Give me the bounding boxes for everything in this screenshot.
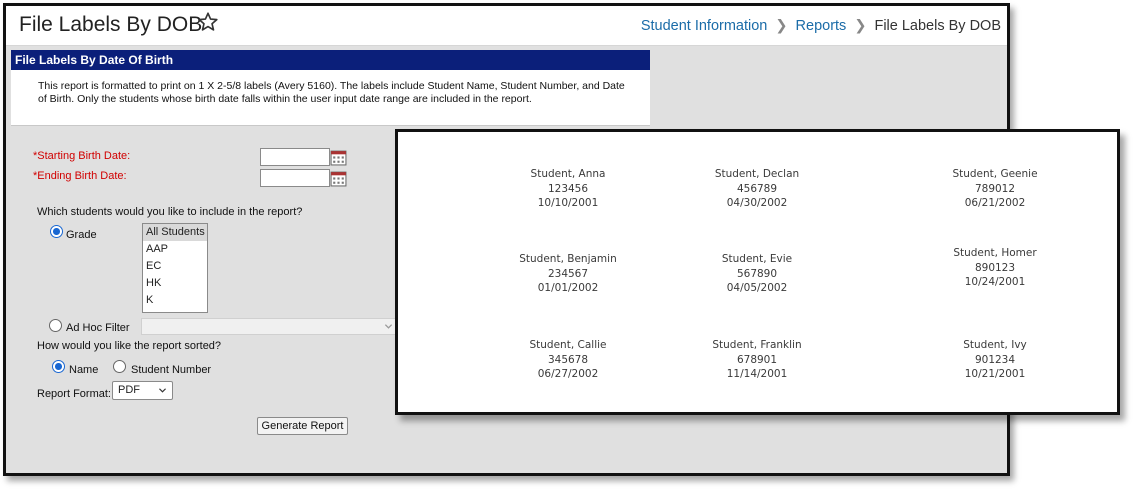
label-student-name: Student, Homer xyxy=(953,247,1037,259)
chevron-right-icon: ❯ xyxy=(854,18,867,34)
label-card: Student, Franklin 678901 11/14/2001 xyxy=(647,338,867,382)
label-card: Student, Declan 456789 04/30/2002 xyxy=(647,167,867,211)
label-student-number: 901234 xyxy=(974,353,1016,366)
label-student-name: Student, Ivy xyxy=(963,339,1027,351)
label-student-name: Student, Declan xyxy=(714,168,800,180)
label-birth-date: 10/24/2001 xyxy=(964,276,1026,288)
label-birth-date: 10/10/2001 xyxy=(537,197,599,209)
label-student-name: Student, Benjamin xyxy=(519,253,617,265)
label-birth-date: 04/05/2002 xyxy=(726,282,788,294)
adhoc-filter-radio[interactable] xyxy=(49,319,62,332)
include-question: Which students would you like to include… xyxy=(37,206,303,218)
sort-student-number-radio[interactable] xyxy=(113,360,126,373)
calendar-icon[interactable] xyxy=(330,170,347,187)
grade-option[interactable]: EC xyxy=(143,258,207,275)
label-card: Student, Evie 567890 04/05/2002 xyxy=(647,252,867,296)
label-birth-date: 10/21/2001 xyxy=(964,368,1026,380)
breadcrumb: Student Information ❯ Reports ❯ File Labels … xyxy=(641,18,1001,34)
label-card: Student, Geenie 789012 06/21/2002 xyxy=(885,167,1105,211)
report-format-value: PDF xyxy=(118,384,140,396)
label-student-number: 789012 xyxy=(974,182,1016,195)
adhoc-filter-label: Ad Hoc Filter xyxy=(66,322,130,334)
label-birth-date: 01/01/2002 xyxy=(537,282,599,294)
generate-report-button[interactable]: Generate Report xyxy=(257,417,348,435)
label-birth-date: 04/30/2002 xyxy=(726,197,788,209)
report-format-select[interactable]: PDF xyxy=(112,381,173,400)
label-student-number: 678901 xyxy=(736,353,778,366)
page-title: File Labels By DOB xyxy=(19,13,203,36)
sort-student-number-label: Student Number xyxy=(131,364,212,376)
breadcrumb-student-information[interactable]: Student Information xyxy=(641,18,768,34)
label-card: Student, Anna 123456 10/10/2001 xyxy=(458,167,678,211)
label-birth-date: 11/14/2001 xyxy=(726,368,788,380)
label-card: Student, Benjamin 234567 01/01/2002 xyxy=(458,252,678,296)
label-student-name: Student, Geenie xyxy=(952,168,1038,180)
breadcrumb-reports[interactable]: Reports xyxy=(796,18,847,34)
grade-option[interactable]: HK xyxy=(143,275,207,292)
info-heading: File Labels By Date Of Birth xyxy=(11,50,650,70)
breadcrumb-current: File Labels By DOB xyxy=(874,18,1001,34)
label-student-number: 567890 xyxy=(736,267,778,280)
label-card: Student, Ivy 901234 10/21/2001 xyxy=(885,338,1105,382)
adhoc-filter-select[interactable] xyxy=(141,318,399,335)
label-student-number: 234567 xyxy=(547,267,589,280)
grade-option[interactable]: All Students xyxy=(143,224,207,241)
label-student-number: 456789 xyxy=(736,182,778,195)
label-student-number: 123456 xyxy=(547,182,589,195)
calendar-icon[interactable] xyxy=(330,149,347,166)
chevron-down-icon xyxy=(384,324,393,329)
grade-radio[interactable] xyxy=(50,225,63,238)
report-format-label: Report Format: xyxy=(37,388,111,400)
label-birth-date: 06/21/2002 xyxy=(964,197,1026,209)
labels-preview: Student, Anna 123456 10/10/2001 Student,… xyxy=(395,129,1120,415)
label-student-name: Student, Franklin xyxy=(712,339,802,351)
ending-birth-date-label: *Ending Birth Date: xyxy=(33,170,127,182)
label-student-name: Student, Evie xyxy=(721,253,793,265)
starting-birth-date-input[interactable] xyxy=(260,148,330,166)
label-card: Student, Callie 345678 06/27/2002 xyxy=(458,338,678,382)
label-student-name: Student, Anna xyxy=(530,168,606,180)
chevron-right-icon: ❯ xyxy=(775,18,788,34)
ending-birth-date-input[interactable] xyxy=(260,169,330,187)
info-panel: File Labels By Date Of Birth This report… xyxy=(11,50,650,126)
label-student-name: Student, Callie xyxy=(529,339,607,351)
label-student-number: 890123 xyxy=(974,261,1016,274)
sort-name-radio[interactable] xyxy=(52,360,65,373)
chevron-down-icon xyxy=(159,388,166,393)
grade-option[interactable]: K xyxy=(143,292,207,309)
starting-birth-date-label: *Starting Birth Date: xyxy=(33,150,131,162)
label-birth-date: 06/27/2002 xyxy=(537,368,599,380)
star-icon[interactable] xyxy=(197,11,219,33)
grade-radio-label: Grade xyxy=(66,229,97,241)
grade-option[interactable]: AAP xyxy=(143,241,207,258)
label-student-number: 345678 xyxy=(547,353,589,366)
page-header: File Labels By DOB Student Information ❯ R… xyxy=(6,6,1007,46)
label-card: Student, Homer 890123 10/24/2001 xyxy=(885,246,1105,290)
grade-listbox[interactable]: All Students AAP EC HK K xyxy=(142,223,208,313)
sort-question: How would you like the report sorted? xyxy=(37,340,222,352)
sort-name-label: Name xyxy=(69,364,99,376)
info-description: This report is formatted to print on 1 X… xyxy=(38,80,625,105)
